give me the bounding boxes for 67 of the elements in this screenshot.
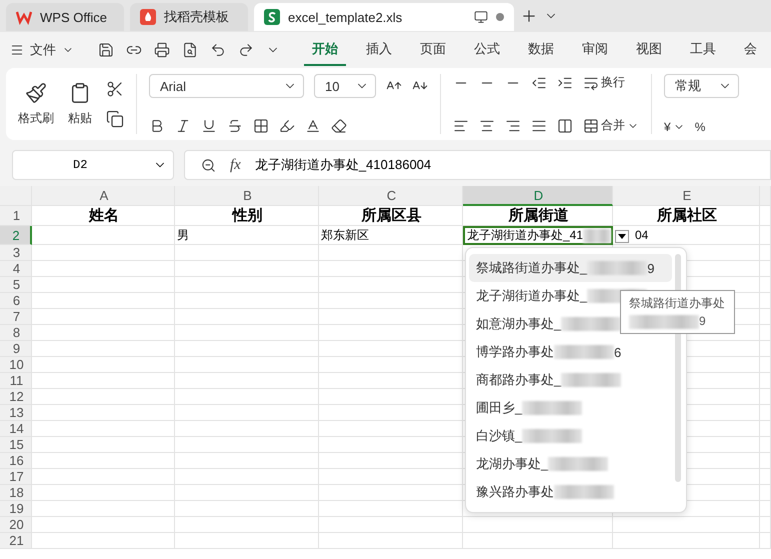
ribbon-tab[interactable]: 数据 xyxy=(520,34,562,66)
font-select[interactable]: Arial xyxy=(149,74,304,98)
row-number[interactable]: 14 xyxy=(0,421,32,437)
dropdown-option[interactable]: 龙湖办事处_ xyxy=(469,450,672,478)
number-format-select[interactable]: 常规 xyxy=(664,74,739,98)
ribbon-tab[interactable]: 工具 xyxy=(682,34,724,66)
format-painter-button[interactable]: 格式刷 xyxy=(18,82,54,126)
dropdown-option[interactable]: 祭城路街道办事处_ 9 xyxy=(469,254,672,282)
document-tab[interactable]: 找稻壳模板 xyxy=(130,3,248,31)
formula-field[interactable]: 龙子湖街道办事处_410186004 xyxy=(254,156,432,174)
table-cell: 性别 xyxy=(175,206,319,226)
row-number[interactable]: 17 xyxy=(0,469,32,485)
name-box[interactable]: D2 xyxy=(12,150,174,180)
ribbon-tab[interactable]: 开始 xyxy=(304,34,346,66)
ribbon-tab[interactable]: 视图 xyxy=(628,34,670,66)
file-menu[interactable]: 文件 xyxy=(10,41,74,59)
paste-button[interactable]: 粘贴 xyxy=(68,82,92,126)
row-number[interactable]: 2 xyxy=(0,226,32,245)
row-number[interactable]: 7 xyxy=(0,309,32,325)
row-number[interactable]: 10 xyxy=(0,357,32,373)
document-tab[interactable]: excel_template2.xls xyxy=(254,3,514,31)
row-number[interactable]: 6 xyxy=(0,293,32,309)
function-label: fx xyxy=(230,156,241,174)
row-number[interactable]: 20 xyxy=(0,517,32,533)
row-number[interactable]: 3 xyxy=(0,245,32,261)
table-cell: 所属社区 xyxy=(613,206,760,226)
table-cell: 所属街道 xyxy=(463,206,613,226)
table-cell: 姓名 xyxy=(32,206,175,226)
currency-button[interactable]: ¥ xyxy=(664,120,685,134)
row-number[interactable]: 13 xyxy=(0,405,32,421)
row-number[interactable]: 9 xyxy=(0,341,32,357)
row-number[interactable]: 16 xyxy=(0,453,32,469)
dropdown-option[interactable]: 博学路办事处 6 xyxy=(469,338,672,366)
column-header[interactable]: C xyxy=(319,186,463,206)
table-cell: 男 xyxy=(175,226,319,245)
row-number[interactable]: 21 xyxy=(0,533,32,549)
table-cell: 04 xyxy=(613,226,760,245)
ribbon-tab[interactable]: 公式 xyxy=(466,34,508,66)
wrap-text-button[interactable]: 换行 xyxy=(583,74,625,91)
row-number[interactable]: 5 xyxy=(0,277,32,293)
row-number[interactable]: 18 xyxy=(0,485,32,501)
row-number[interactable]: 15 xyxy=(0,437,32,453)
row-number[interactable]: 12 xyxy=(0,389,32,405)
percent-button[interactable]: % xyxy=(694,120,706,134)
document-tab[interactable]: WPS Office xyxy=(6,3,124,31)
merge-button[interactable]: 合并 xyxy=(583,117,639,134)
table-cell: 郑东新区 xyxy=(319,226,463,245)
row-number[interactable]: 8 xyxy=(0,325,32,341)
column-header[interactable]: D xyxy=(463,186,613,206)
dropdown-option[interactable]: 白沙镇_ xyxy=(469,422,672,450)
ribbon-tab[interactable]: 会 xyxy=(736,34,765,66)
column-header[interactable]: B xyxy=(175,186,319,206)
dropdown-option[interactable]: 豫兴路办事处 xyxy=(469,478,672,506)
row-number[interactable]: 11 xyxy=(0,373,32,389)
tooltip: 祭城路街道办事处 9 xyxy=(620,290,735,334)
column-header[interactable]: E xyxy=(613,186,760,206)
font-size-select[interactable]: 10 xyxy=(314,74,376,98)
ribbon-tab[interactable]: 审阅 xyxy=(574,34,616,66)
row-number[interactable]: 1 xyxy=(0,206,32,226)
dropdown-option[interactable]: 商都路办事处_ xyxy=(469,366,672,394)
row-number[interactable]: 4 xyxy=(0,261,32,277)
dropdown-option[interactable]: 圃田乡_ xyxy=(469,394,672,422)
row-number[interactable]: 19 xyxy=(0,501,32,517)
column-header[interactable]: A xyxy=(32,186,175,206)
ribbon-tab[interactable]: 页面 xyxy=(412,34,454,66)
ribbon-tab[interactable]: 插入 xyxy=(358,34,400,66)
table-cell: 所属区县 xyxy=(319,206,463,226)
